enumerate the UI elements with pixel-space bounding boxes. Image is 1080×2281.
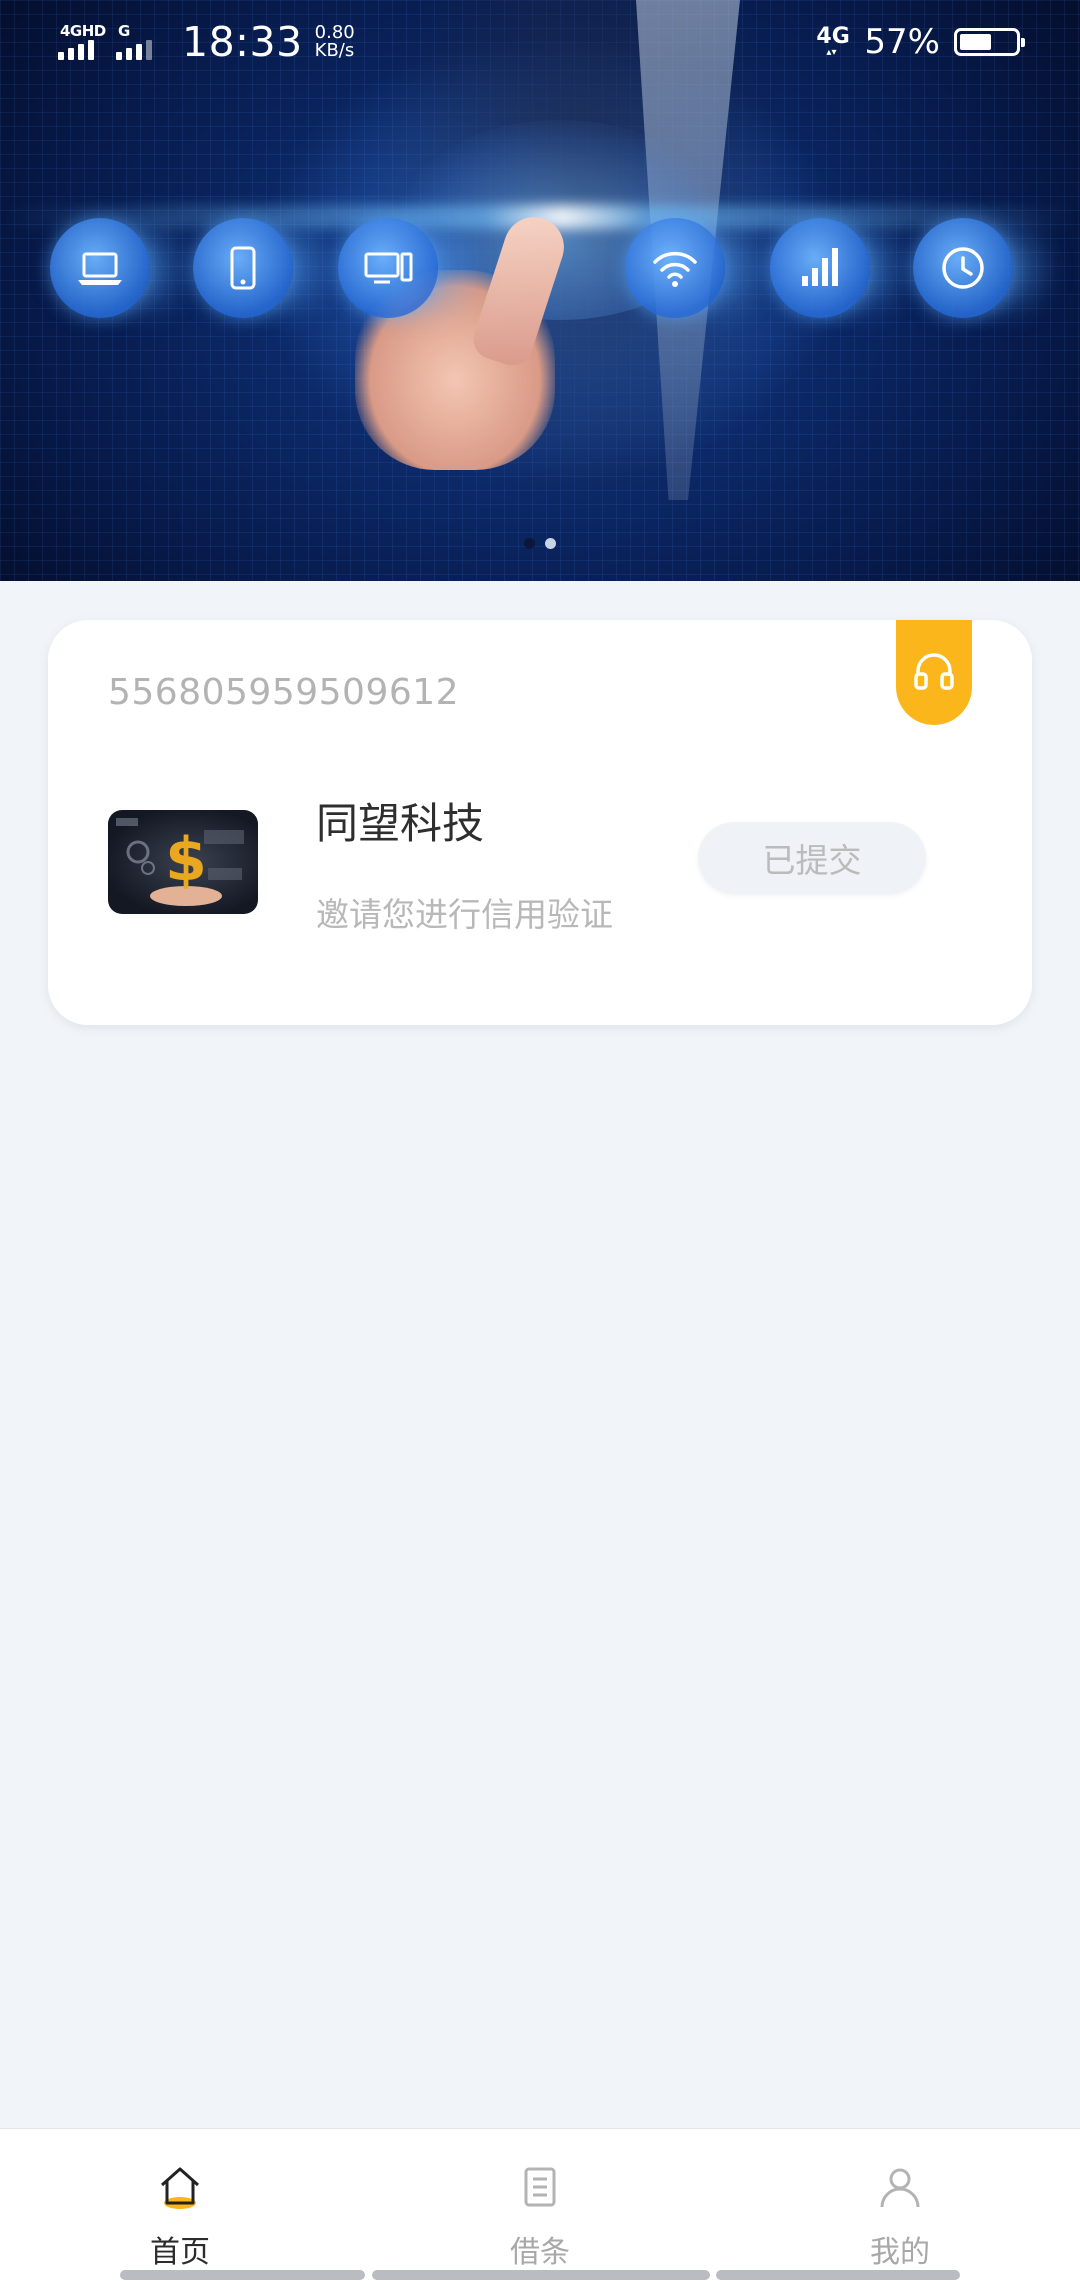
mobile-data-icon: 4G ▴▾ [816, 24, 850, 58]
company-logo-image: $ [108, 810, 258, 914]
clock-time: 18:33 [182, 18, 303, 66]
network-speed-unit: KB/s [314, 40, 355, 61]
tab-iou-label: 借条 [510, 2235, 570, 2270]
clock-icon [913, 218, 1013, 318]
submitted-status-button[interactable]: 已提交 [698, 822, 926, 894]
laptop-icon [50, 218, 150, 318]
tab-home[interactable]: 首页 [0, 2129, 360, 2281]
carousel-indicator [0, 538, 1080, 549]
tab-mine[interactable]: 我的 [720, 2129, 1080, 2281]
carousel-dot-2-active[interactable] [545, 538, 556, 549]
record-id: 556805959509612 [108, 672, 460, 713]
desktop-icon [338, 218, 438, 318]
status-bar: 4GHD G 18:33 0.80 KB/s 4G ▴▾ 57% [0, 0, 1080, 82]
customer-service-button[interactable] [896, 620, 972, 725]
banner-carousel[interactable] [0, 0, 1080, 581]
invitation-card[interactable]: 556805959509612 $ 同望科技 邀请您进行信用验证 已提交 [48, 620, 1032, 1025]
cellular-signal-1-icon: 4GHD [58, 22, 110, 62]
document-icon [524, 2167, 556, 2207]
tab-mine-label: 我的 [870, 2235, 930, 2270]
svg-text:$: $ [165, 825, 207, 895]
phone-icon [193, 218, 293, 318]
battery-percent: 57% [864, 22, 940, 62]
battery-icon [954, 28, 1025, 56]
network-speed: 0.80 KB/s [315, 24, 355, 60]
mobile-data-label: 4G [816, 24, 850, 49]
tab-iou[interactable]: 借条 [360, 2129, 720, 2281]
network-type-label: 4GHD [60, 22, 106, 40]
invite-text: 邀请您进行信用验证 [316, 895, 613, 934]
company-name: 同望科技 [316, 799, 485, 848]
carousel-dot-1[interactable] [524, 538, 535, 549]
network-type-label-2: G [118, 22, 130, 40]
headset-icon [914, 652, 954, 690]
signal-icon [770, 218, 870, 318]
bottom-navigation: 首页 借条 我的 [0, 2128, 1080, 2281]
tab-home-label: 首页 [150, 2235, 210, 2270]
wifi-icon [625, 218, 725, 318]
profile-icon [880, 2168, 920, 2208]
home-icon [161, 2167, 199, 2209]
gesture-bar-right [716, 2270, 960, 2280]
gesture-bar-left [120, 2270, 365, 2280]
gesture-bar-center [372, 2270, 710, 2280]
cellular-signal-2-icon: G [116, 22, 168, 62]
